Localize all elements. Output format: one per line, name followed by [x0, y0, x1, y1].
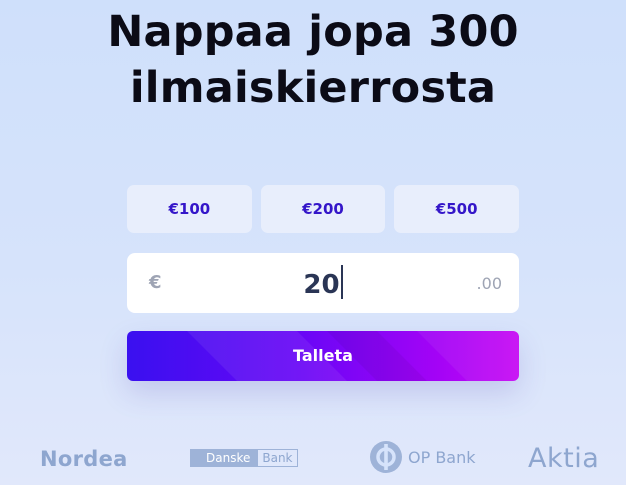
aktia-logo: Aktia: [528, 443, 600, 474]
preset-200-button[interactable]: €200: [260, 185, 386, 233]
amount-decimals: .00: [476, 274, 502, 293]
amount-value-wrapper: 20: [127, 265, 519, 300]
preset-100-button[interactable]: €100: [127, 185, 252, 233]
op-icon: [370, 441, 402, 473]
op-bank-name: OP Bank: [408, 447, 476, 467]
danske-logo-part-2: Bank: [257, 449, 298, 467]
headline: Nappaa jopa 300 ilmaiskierrosta: [0, 4, 626, 116]
deposit-button-label: Talleta: [293, 346, 353, 365]
deposit-button[interactable]: Talleta: [127, 331, 519, 381]
amount-input[interactable]: € 20 .00: [127, 253, 519, 313]
bank-logos: Nordea Danske Bank OP Bank Aktia: [0, 435, 626, 479]
danske-logo-part-1: Danske: [190, 449, 258, 467]
danske-bank-logo: Danske Bank: [190, 449, 298, 467]
preset-500-button[interactable]: €500: [394, 185, 520, 233]
headline-line-1: Nappaa jopa 300: [107, 7, 519, 57]
headline-line-2: ilmaiskierrosta: [129, 63, 497, 113]
text-caret: [340, 265, 343, 299]
nordea-logo: Nordea: [40, 447, 128, 471]
preset-amounts: €100 €200 €500: [127, 185, 520, 233]
amount-value: 20: [303, 270, 340, 300]
op-bank-logo: OP Bank: [370, 441, 476, 473]
